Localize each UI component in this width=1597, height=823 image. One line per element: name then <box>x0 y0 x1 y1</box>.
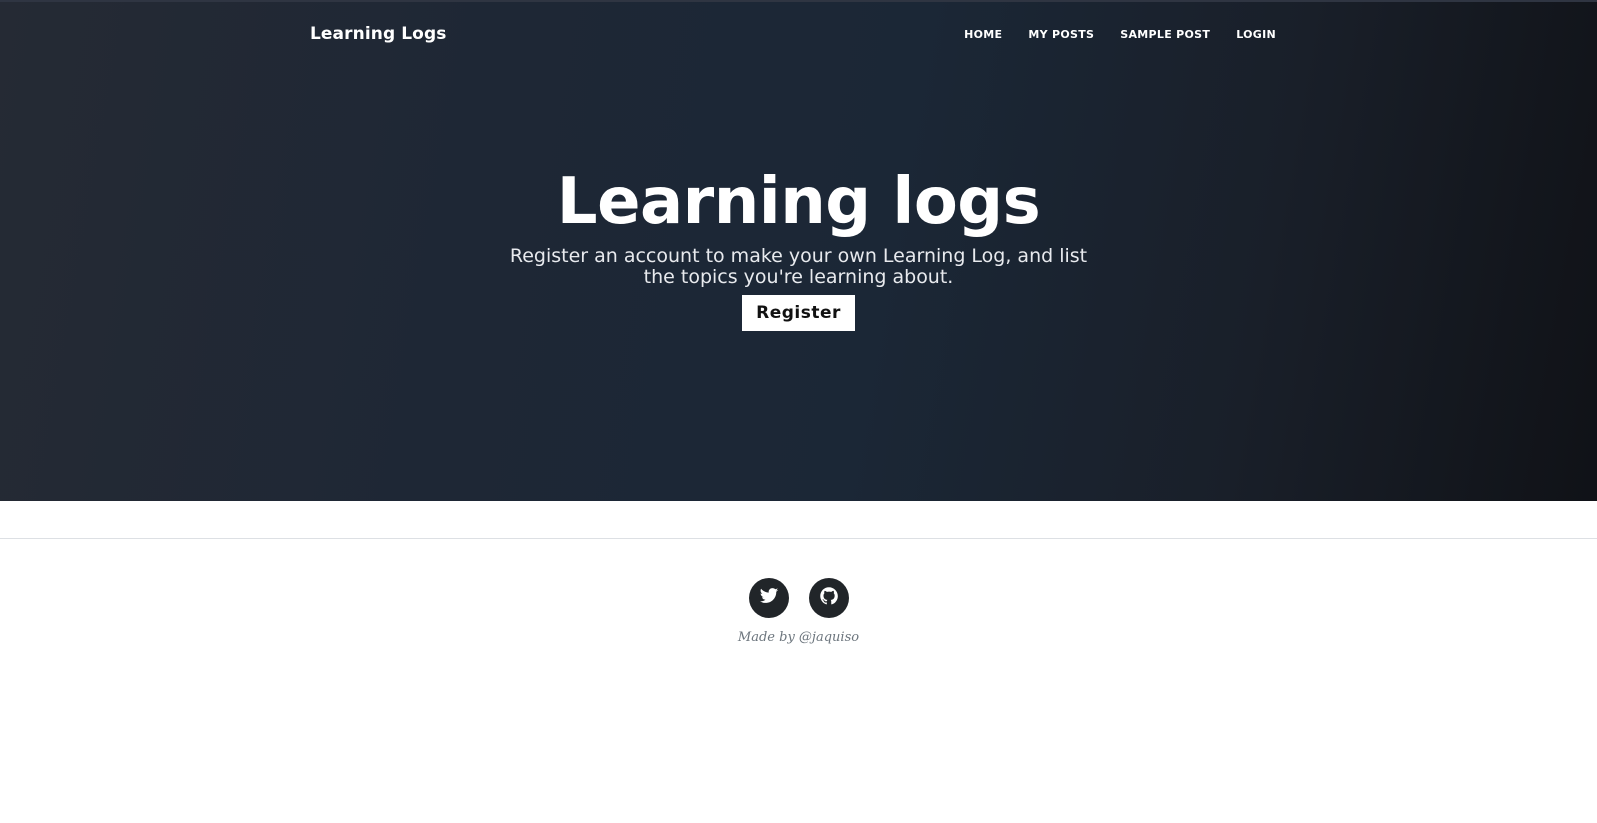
nav-item-my-posts[interactable]: MY POSTS <box>1028 28 1094 41</box>
nav-item-home[interactable]: HOME <box>964 28 1002 41</box>
footer: Made by @jaquiso <box>0 578 1597 645</box>
hero-title: Learning logs <box>556 165 1041 239</box>
social-links <box>0 578 1597 618</box>
twitter-icon <box>759 586 779 610</box>
brand-link[interactable]: Learning Logs <box>310 24 446 44</box>
hero-content: Learning logs Register an account to mak… <box>0 162 1597 331</box>
hero-subtitle: Register an account to make your own Lea… <box>509 245 1088 288</box>
footer-divider <box>0 538 1597 539</box>
register-button[interactable]: Register <box>742 295 855 331</box>
hero-header: Learning Logs HOME MY POSTS SAMPLE POST … <box>0 0 1597 501</box>
github-icon <box>819 586 839 610</box>
nav-item-sample-post[interactable]: SAMPLE POST <box>1120 28 1210 41</box>
github-button[interactable] <box>808 578 849 618</box>
twitter-button[interactable] <box>748 578 789 618</box>
nav-item-login[interactable]: LOGIN <box>1236 28 1276 41</box>
main-nav: HOME MY POSTS SAMPLE POST LOGIN <box>938 28 1276 41</box>
credit-text: Made by @jaquiso <box>737 630 860 645</box>
